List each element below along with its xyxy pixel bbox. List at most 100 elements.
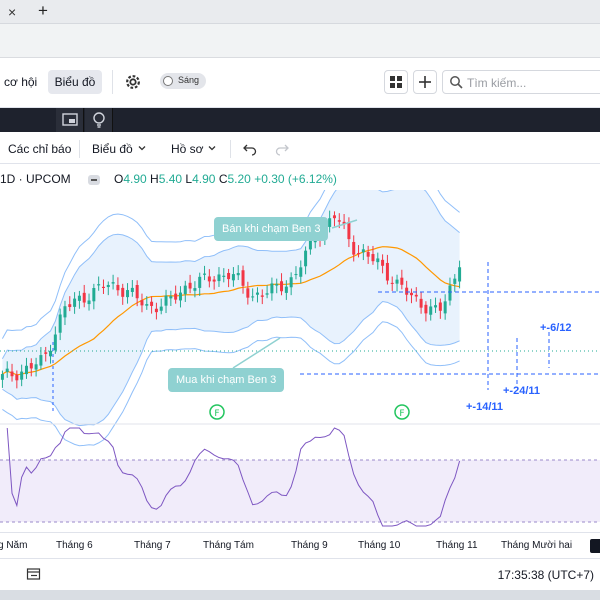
candle-body xyxy=(251,296,255,298)
grid-icon xyxy=(390,76,402,88)
candle-body xyxy=(443,301,447,314)
candle-body xyxy=(260,295,264,297)
theme-toggle-label: Sáng xyxy=(178,75,200,85)
clock-readout[interactable]: 17:35:38 (UTC+7) xyxy=(498,568,594,582)
candle-body xyxy=(270,283,274,294)
candle-body xyxy=(419,298,423,308)
candle-body xyxy=(121,287,125,297)
candle-body xyxy=(49,350,53,357)
chart-type-button[interactable]: Biểu đồ xyxy=(92,142,133,156)
candle-body xyxy=(352,241,356,255)
collapse-legend-icon[interactable] xyxy=(88,175,100,185)
indicators-button[interactable]: Các chỉ báo xyxy=(8,142,71,156)
idea-button[interactable] xyxy=(85,108,113,132)
candle-body xyxy=(0,374,4,380)
candle-body xyxy=(438,302,442,311)
add-button[interactable] xyxy=(413,70,437,94)
buy-annotation[interactable]: Mua khi chạm Ben 3 xyxy=(168,368,285,392)
status-bar: 17:35:38 (UTC+7) xyxy=(0,558,600,590)
undo-icon[interactable] xyxy=(242,142,258,156)
nav-opportunities[interactable]: n cơ hội xyxy=(0,75,37,89)
candle-body xyxy=(376,258,380,263)
profile-button[interactable]: Hồ sơ xyxy=(171,142,204,156)
gear-icon[interactable] xyxy=(124,73,142,91)
dark-tool-strip xyxy=(0,108,600,132)
chart-toolbar: Các chỉ báo Biểu đồ Hồ sơ xyxy=(0,134,600,164)
chevron-down-icon[interactable] xyxy=(137,143,147,153)
candle-body xyxy=(140,300,144,306)
time-tick: Tháng 6 xyxy=(56,540,93,551)
time-tick: Tháng 7 xyxy=(134,540,171,551)
time-axis[interactable]: g Năm Tháng 6 Tháng 7 Tháng Tám Tháng 9 … xyxy=(0,532,600,558)
candle-body xyxy=(255,292,259,295)
candle-body xyxy=(39,355,43,366)
candle-body xyxy=(390,282,394,284)
candle-body xyxy=(400,277,404,285)
price-chart[interactable]: FF xyxy=(0,190,600,530)
candle-body xyxy=(101,286,105,288)
candle-body xyxy=(150,301,154,306)
search-box[interactable]: Tìm kiếm... xyxy=(442,70,600,94)
candle-body xyxy=(299,267,303,277)
candle-body xyxy=(174,293,178,300)
candle-body xyxy=(126,290,130,298)
candle-body xyxy=(164,295,168,306)
candle-body xyxy=(429,306,433,315)
candle-body xyxy=(361,249,365,253)
calendar-range-icon[interactable] xyxy=(26,567,42,581)
nav-chart-tab[interactable]: Biểu đồ xyxy=(48,70,102,94)
candle-body xyxy=(116,284,120,291)
browser-tab-strip: × + xyxy=(0,0,600,24)
candle-body xyxy=(44,352,48,354)
picture-in-picture-button[interactable] xyxy=(56,108,84,132)
chevron-down-icon[interactable] xyxy=(207,143,217,153)
candle-body xyxy=(448,285,452,301)
time-tick: Tháng 11 xyxy=(436,540,478,551)
candle-body xyxy=(217,274,221,282)
high-value: 5.40 xyxy=(158,172,183,186)
candle-body xyxy=(34,364,38,370)
candle-body xyxy=(92,287,96,302)
time-tick: Tháng 10 xyxy=(358,540,401,551)
layout-grid-button[interactable] xyxy=(384,70,408,94)
candle-body xyxy=(236,272,240,276)
candle-body xyxy=(178,292,182,301)
candle-body xyxy=(357,253,361,255)
theme-toggle[interactable]: Sáng xyxy=(160,73,206,89)
redo-icon[interactable] xyxy=(274,142,290,156)
time-tick: g Năm xyxy=(0,540,28,551)
level-label-1: +-6/12 xyxy=(540,322,572,334)
candle-body xyxy=(5,368,9,372)
candle-body xyxy=(434,305,438,308)
browser-address-area xyxy=(0,24,600,58)
sell-annotation[interactable]: Bán khi chạm Ben 3 xyxy=(214,217,329,241)
candle-body xyxy=(169,296,173,299)
candle-body xyxy=(405,287,409,295)
candle-body xyxy=(381,259,385,266)
picture-in-picture-icon xyxy=(62,113,78,126)
f-marker-label: F xyxy=(399,409,404,419)
lightbulb-icon xyxy=(93,112,105,128)
search-input[interactable]: Tìm kiếm... xyxy=(467,76,526,90)
candle-body xyxy=(203,273,207,275)
candle-body xyxy=(29,363,33,369)
candle-body xyxy=(366,251,370,257)
candle-body xyxy=(304,250,308,267)
candle-body xyxy=(241,270,245,286)
candle-body xyxy=(73,298,77,307)
symbol-interval[interactable]: 1D · UPCOM xyxy=(0,172,71,186)
candle-body xyxy=(227,272,231,280)
divider xyxy=(112,70,113,94)
candle-body xyxy=(222,275,226,277)
new-tab-icon[interactable]: + xyxy=(38,1,48,21)
candle-body xyxy=(159,306,163,311)
candle-body xyxy=(53,334,57,351)
candle-body xyxy=(280,281,284,292)
change-value: +0.30 (+6.12%) xyxy=(254,172,337,186)
candle-body xyxy=(231,274,235,281)
candle-body xyxy=(453,278,457,284)
candle-body xyxy=(385,262,389,281)
tab-close-icon[interactable]: × xyxy=(8,2,16,22)
candle-body xyxy=(207,276,211,282)
candle-body xyxy=(414,294,418,297)
